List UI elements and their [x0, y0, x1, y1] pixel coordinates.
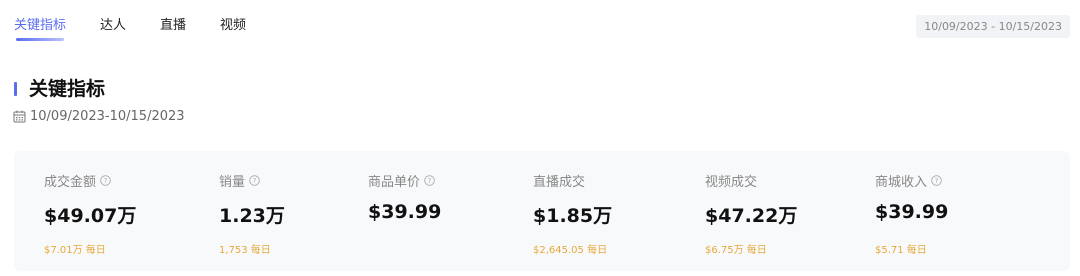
metric-daily: 1,753 每日	[219, 245, 271, 256]
section-accent-bar	[14, 82, 17, 96]
tab-video[interactable]: 视频	[220, 16, 246, 40]
metric-label: 商城收入	[875, 175, 928, 190]
metric-value: $39.99	[875, 201, 949, 223]
metrics-panel: 成交金额 ? $49.07万 $7.01万 每日 销量 ? 1.23万 1,75…	[14, 151, 1070, 271]
metric-value: $49.07万	[44, 205, 137, 227]
tab-live[interactable]: 直播	[160, 16, 186, 40]
svg-text:?: ?	[253, 177, 257, 185]
svg-text:?: ?	[428, 177, 432, 185]
date-range-picker[interactable]: 10/09/2023 - 10/15/2023	[916, 15, 1070, 38]
metric-label-row: 直播成交	[533, 171, 585, 190]
section-title: 关键指标	[29, 78, 106, 100]
metric-label: 商品单价	[368, 175, 421, 190]
metric-value: $1.85万	[533, 205, 613, 227]
metric-label-row: 商城收入 ?	[875, 171, 942, 190]
svg-text:?: ?	[935, 177, 939, 185]
calendar-icon	[13, 110, 26, 123]
tab-active-indicator	[16, 38, 65, 41]
section-header: 关键指标	[14, 77, 105, 101]
tab-label: 关键指标	[14, 18, 67, 33]
metric-label: 销量	[219, 175, 246, 190]
section-date: 10/09/2023-10/15/2023	[13, 109, 185, 124]
metric-value: $47.22万	[705, 205, 798, 227]
key-metrics-page: 关键指标 达人 直播 视频 10/09/2023 - 10/15/2023 关键…	[0, 0, 1080, 276]
tab-creators[interactable]: 达人	[100, 16, 126, 40]
help-icon[interactable]: ?	[249, 175, 260, 186]
metric-daily: $2,645.05 每日	[533, 245, 608, 256]
metric-daily: $6.75万 每日	[705, 245, 767, 256]
metric-value: 1.23万	[219, 205, 285, 227]
tab-key-metrics[interactable]: 关键指标	[14, 16, 67, 41]
metric-daily: $7.01万 每日	[44, 245, 106, 256]
metric-label: 成交金额	[44, 175, 97, 190]
tab-bar: 关键指标 达人 直播 视频	[14, 16, 280, 41]
metric-daily: $5.71 每日	[875, 245, 927, 256]
metric-label-row: 视频成交	[705, 171, 757, 190]
metric-label: 视频成交	[705, 175, 758, 190]
metric-label: 直播成交	[533, 175, 586, 190]
metric-label-row: 销量 ?	[219, 171, 260, 190]
tab-label: 视频	[220, 18, 247, 33]
tab-label: 达人	[100, 18, 127, 33]
svg-text:?: ?	[104, 177, 108, 185]
tab-label: 直播	[160, 18, 187, 33]
help-icon[interactable]: ?	[931, 175, 942, 186]
section-date-text: 10/09/2023-10/15/2023	[30, 109, 185, 124]
metric-value: $39.99	[368, 201, 442, 223]
metric-label-row: 商品单价 ?	[368, 171, 435, 190]
metric-label-row: 成交金额 ?	[44, 171, 111, 190]
help-icon[interactable]: ?	[100, 175, 111, 186]
help-icon[interactable]: ?	[424, 175, 435, 186]
